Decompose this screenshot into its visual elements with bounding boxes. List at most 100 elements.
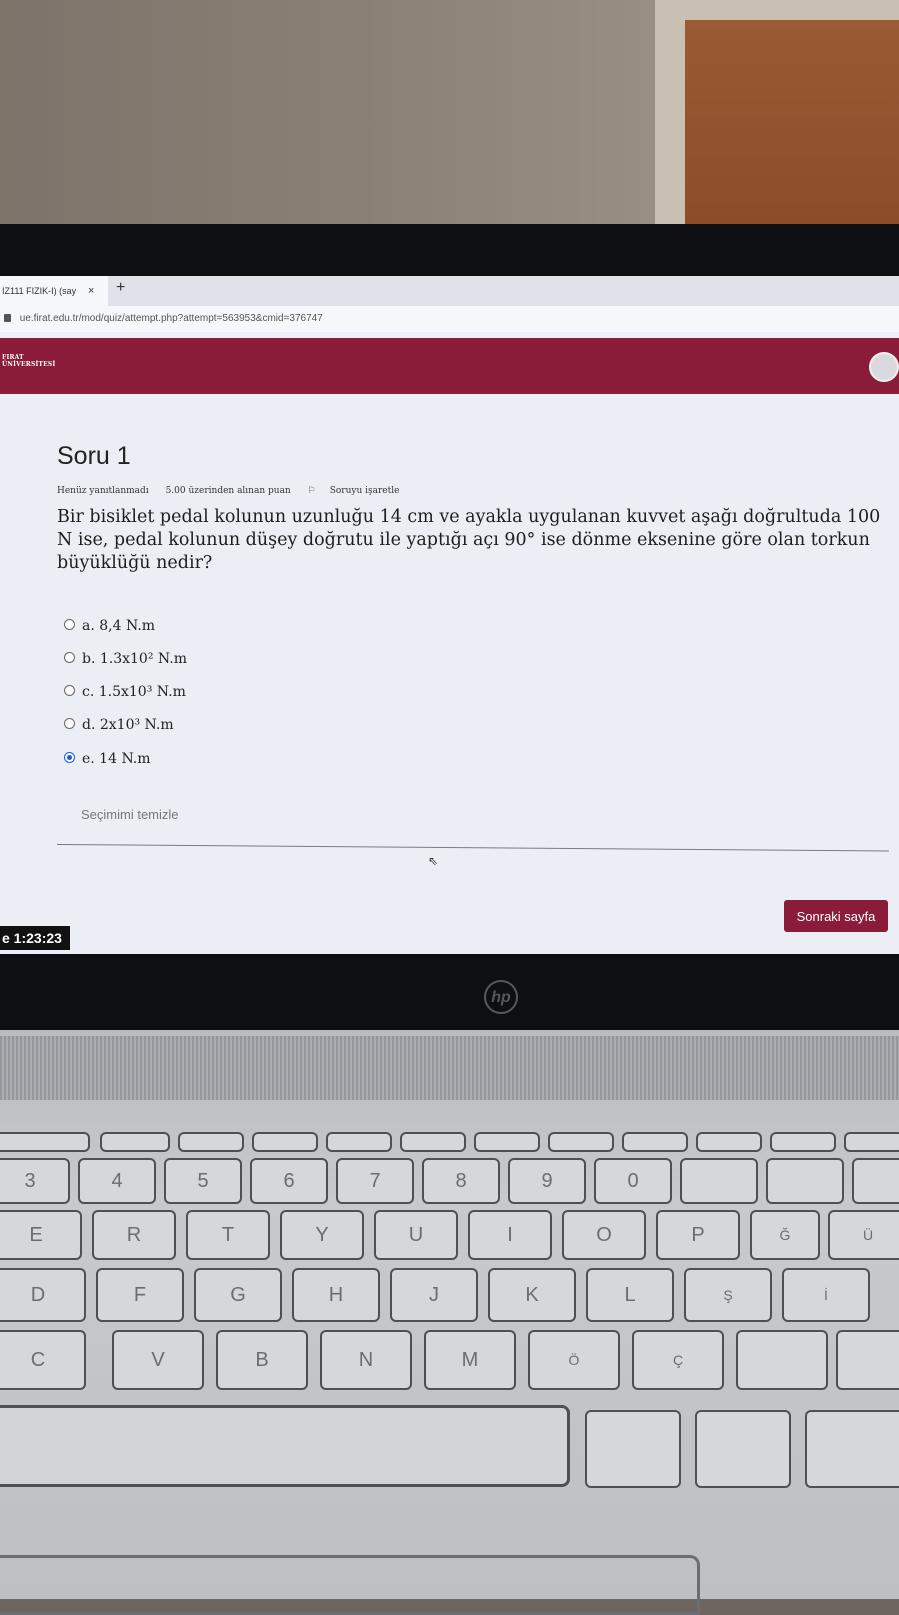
key-0[interactable]: 0 [594, 1158, 672, 1204]
key-i-dotted[interactable]: İ [782, 1268, 870, 1322]
logo-line-1: FIRAT [2, 354, 24, 361]
university-logo[interactable]: FIRAT ÜNİVERSİTESİ [2, 354, 55, 368]
key-t[interactable]: T [186, 1210, 270, 1260]
key-o[interactable]: O [562, 1210, 646, 1260]
option-label: e. 14 N.m [82, 751, 151, 767]
quiz-timer: e 1:23:23 [0, 926, 70, 950]
address-bar[interactable]: ue.firat.edu.tr/mod/quiz/attempt.php?att… [0, 306, 899, 332]
key-shift-right[interactable] [836, 1330, 899, 1390]
key-backspace[interactable] [852, 1158, 899, 1204]
next-page-button[interactable]: Sonraki sayfa [784, 900, 888, 932]
key-6[interactable]: 6 [250, 1158, 328, 1204]
key-left-arrow[interactable] [695, 1410, 791, 1488]
fn-key[interactable] [252, 1132, 318, 1152]
key-9[interactable]: 9 [508, 1158, 586, 1204]
key-star[interactable] [680, 1158, 758, 1204]
tab-close-icon[interactable]: × [88, 276, 94, 306]
question-text: Bir bisiklet pedal kolunun uzunluğu 14 c… [57, 507, 881, 573]
key-p[interactable]: P [656, 1210, 740, 1260]
key-j[interactable]: J [390, 1268, 478, 1322]
key-3[interactable]: 3 [0, 1158, 70, 1204]
key-y[interactable]: Y [280, 1210, 364, 1260]
user-avatar[interactable] [869, 352, 899, 382]
option-label: d. 2x10³ N.m [82, 717, 174, 733]
fn-key[interactable] [548, 1132, 614, 1152]
fn-key[interactable] [178, 1132, 244, 1152]
question-points: 5.00 üzerinden alınan puan [165, 486, 291, 496]
new-tab-button[interactable]: + [116, 279, 125, 297]
fn-key[interactable] [844, 1132, 899, 1152]
key-7[interactable]: 7 [336, 1158, 414, 1204]
question-info: Henüz yanıtlanmadı 5.00 üzerinden alınan… [57, 486, 427, 496]
key-l[interactable]: L [586, 1268, 674, 1322]
answer-option-c[interactable]: c. 1.5x10³ N.m [64, 682, 186, 702]
logo-line-2: ÜNİVERSİTESİ [2, 361, 56, 368]
radio-d[interactable] [64, 717, 75, 729]
key-s-cedilla[interactable]: Ş [684, 1268, 772, 1322]
fn-key[interactable] [326, 1132, 392, 1152]
answer-option-d[interactable]: d. 2x10³ N.m [64, 715, 174, 735]
key-c-cedilla[interactable]: Ç [632, 1330, 724, 1390]
flag-label: Soruyu işaretle [329, 486, 400, 496]
key-ctrl-right[interactable] [805, 1410, 899, 1488]
key-f[interactable]: F [96, 1268, 184, 1322]
fn-key[interactable] [696, 1132, 762, 1152]
radio-e-selected[interactable] [64, 751, 75, 763]
key-n[interactable]: N [320, 1330, 412, 1390]
browser-tab[interactable]: IZ111 FIZIK-I) (say × [0, 276, 108, 306]
quiz-content: Soru 1 Henüz yanıtlanmadı 5.00 üzerinden… [0, 394, 899, 954]
mouse-cursor-icon: ⇖ [428, 854, 439, 868]
door [685, 20, 899, 240]
lock-icon [4, 314, 11, 323]
question-title: Soru 1 [57, 442, 131, 470]
touchpad[interactable] [0, 1555, 700, 1615]
fn-key[interactable] [100, 1132, 170, 1152]
radio-b[interactable] [64, 651, 75, 663]
key-v[interactable]: V [112, 1330, 204, 1390]
answer-option-e[interactable]: e. 14 N.m [64, 749, 151, 769]
key-r[interactable]: R [92, 1210, 176, 1260]
option-label: b. 1.3x10² N.m [82, 651, 187, 667]
key-b[interactable]: B [216, 1330, 308, 1390]
key-g-breve[interactable]: Ğ [750, 1210, 820, 1260]
key-i[interactable]: I [468, 1210, 552, 1260]
radio-a[interactable] [64, 618, 75, 630]
question-status: Henüz yanıtlanmadı [57, 486, 149, 496]
fn-key[interactable] [622, 1132, 688, 1152]
hp-logo: hp [484, 980, 518, 1014]
key-e[interactable]: E [0, 1210, 82, 1260]
key-alt-gr[interactable] [585, 1410, 681, 1488]
answer-option-b[interactable]: b. 1.3x10² N.m [64, 649, 187, 669]
key-5[interactable]: 5 [164, 1158, 242, 1204]
divider [56, 844, 889, 852]
key-o-umlaut[interactable]: Ö [528, 1330, 620, 1390]
key-u-umlaut[interactable]: Ü [828, 1210, 899, 1260]
key-k[interactable]: K [488, 1268, 576, 1322]
option-label: a. 8,4 N.m [82, 618, 156, 634]
key-g[interactable]: G [194, 1268, 282, 1322]
key-4[interactable]: 4 [78, 1158, 156, 1204]
laptop-screen: IZ111 FIZIK-I) (say × + ue.firat.edu.tr/… [0, 276, 899, 954]
key-c[interactable]: C [0, 1330, 86, 1390]
speaker-grille [0, 1036, 899, 1100]
key-h[interactable]: H [292, 1268, 380, 1322]
fn-key[interactable] [400, 1132, 466, 1152]
key-m[interactable]: M [424, 1330, 516, 1390]
fn-key[interactable] [0, 1132, 90, 1152]
answer-option-a[interactable]: a. 8,4 N.m [64, 616, 155, 636]
key-8[interactable]: 8 [422, 1158, 500, 1204]
flag-icon: ⚐ [307, 486, 316, 496]
key-d[interactable]: D [0, 1268, 86, 1322]
key-dash[interactable] [766, 1158, 844, 1204]
option-label: c. 1.5x10³ N.m [82, 684, 186, 700]
tab-title: IZ111 FIZIK-I) (say [2, 286, 77, 296]
key-u[interactable]: U [374, 1210, 458, 1260]
radio-c[interactable] [64, 684, 75, 696]
browser-tab-bar: IZ111 FIZIK-I) (say × + [0, 276, 899, 306]
key-period[interactable] [736, 1330, 828, 1390]
fn-key[interactable] [770, 1132, 836, 1152]
space-bar[interactable] [0, 1405, 570, 1487]
clear-selection-link[interactable]: Seçimimi temizle [81, 807, 179, 822]
fn-key[interactable] [474, 1132, 540, 1152]
flag-question-link[interactable]: ⚐ Soruyu işaretle [308, 486, 414, 496]
